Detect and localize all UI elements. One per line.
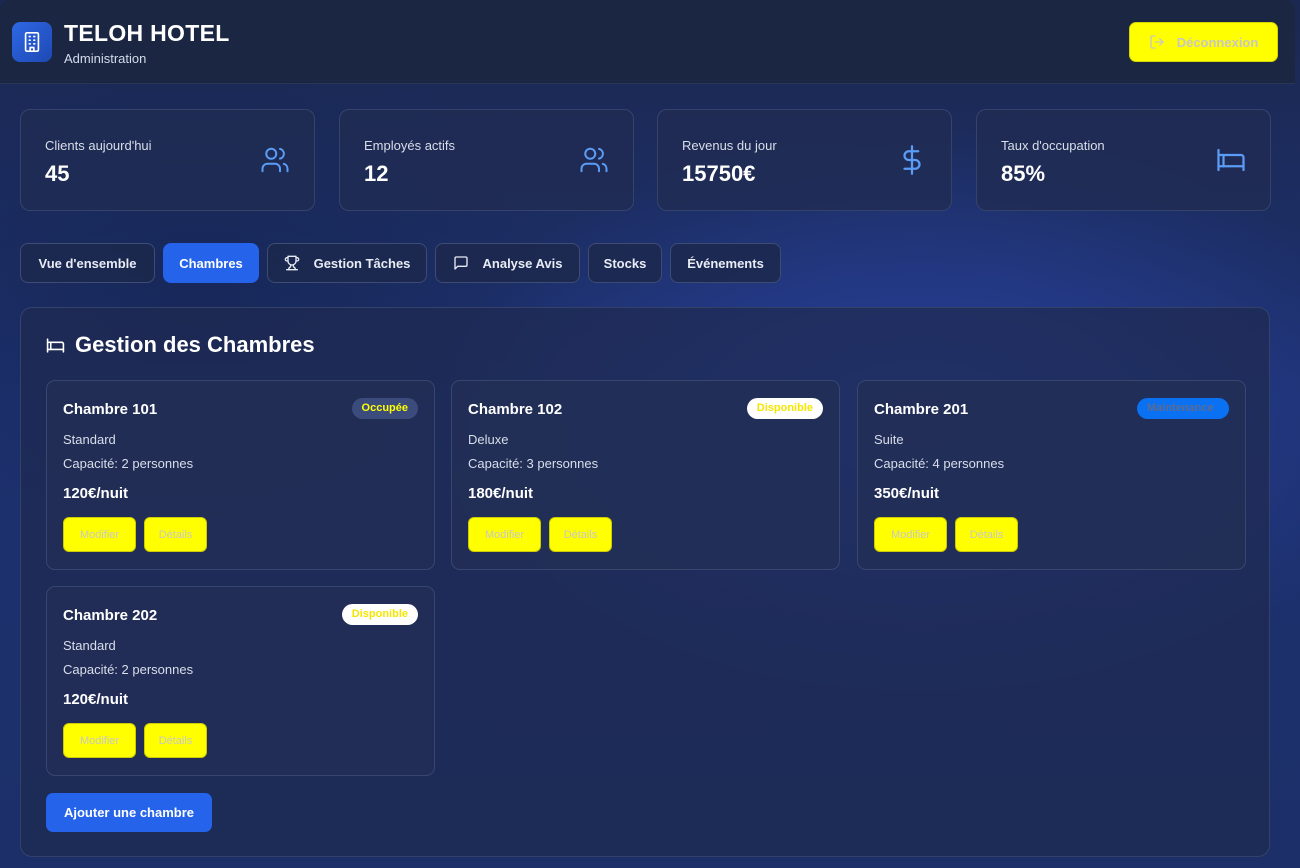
tab-events[interactable]: Événements: [670, 243, 781, 283]
room-name: Chambre 201: [874, 401, 969, 418]
edit-button[interactable]: Modifier: [468, 517, 541, 552]
stat-label: Employés actifs: [364, 138, 456, 153]
tab-overview[interactable]: Vue d'ensemble: [20, 243, 155, 283]
tab-label: Vue d'ensemble: [38, 255, 137, 271]
dollar-icon: [903, 145, 921, 175]
room-card: Chambre 201 Maintenance Suite Capacité: …: [857, 380, 1246, 570]
room-name: Chambre 202: [63, 607, 158, 624]
stat-value: 12: [364, 161, 389, 186]
room-name: Chambre 102: [468, 401, 563, 418]
add-room-button[interactable]: Ajouter une chambre: [46, 793, 212, 832]
trophy-icon: [284, 255, 299, 271]
details-button[interactable]: Détails: [549, 517, 612, 552]
panel-title-text: Gestion des Chambres: [75, 332, 315, 357]
stat-card-clients: Clients aujourd'hui 45: [20, 109, 315, 211]
room-price: 350€/nuit: [874, 485, 940, 502]
room-capacity: Capacité: 4 personnes: [874, 456, 1005, 471]
status-badge: Disponible: [341, 604, 418, 625]
panel-title: Gestion des Chambres: [46, 332, 315, 358]
status-badge: Maintenance: [1137, 398, 1229, 419]
room-name: Chambre 101: [63, 401, 158, 418]
room-card: Chambre 101 Occupée Standard Capacité: 2…: [46, 380, 435, 570]
stat-card-employees: Employés actifs 12: [339, 109, 634, 211]
tab-label: Stocks: [603, 255, 647, 271]
hotel-logo: [12, 22, 52, 62]
message-icon: [453, 256, 468, 270]
status-badge: Disponible: [746, 398, 823, 419]
stat-value: 15750€: [682, 161, 756, 186]
stat-card-occupancy: Taux d'occupation 85%: [976, 109, 1271, 211]
tab-reviews[interactable]: Analyse Avis: [435, 243, 580, 283]
app-header: TELOH HOTEL Administration Déconnexion: [0, 0, 1295, 84]
room-price: 180€/nuit: [468, 485, 534, 502]
tab-rooms[interactable]: Chambres: [163, 243, 259, 283]
edit-button[interactable]: Modifier: [63, 723, 136, 758]
edit-button[interactable]: Modifier: [63, 517, 136, 552]
logout-button[interactable]: Déconnexion: [1129, 22, 1278, 62]
stat-value: 45: [45, 161, 70, 186]
stat-label: Taux d'occupation: [1001, 138, 1105, 153]
details-button[interactable]: Détails: [144, 517, 207, 552]
details-button[interactable]: Détails: [144, 723, 207, 758]
room-type: Standard: [63, 432, 116, 447]
users-icon: [261, 147, 289, 173]
room-card: Chambre 102 Disponible Deluxe Capacité: …: [451, 380, 840, 570]
bed-icon: [46, 337, 65, 353]
logout-label: Déconnexion: [1176, 34, 1259, 50]
users-icon: [580, 147, 608, 173]
room-capacity: Capacité: 3 personnes: [468, 456, 599, 471]
status-badge: Occupée: [351, 398, 418, 419]
tab-label: Analyse Avis: [482, 255, 563, 271]
room-capacity: Capacité: 2 personnes: [63, 662, 194, 677]
room-price: 120€/nuit: [63, 485, 129, 502]
edit-button[interactable]: Modifier: [874, 517, 947, 552]
building-icon: [24, 32, 40, 52]
room-card: Chambre 202 Disponible Standard Capacité…: [46, 586, 435, 776]
rooms-panel: Gestion des Chambres Chambre 101 Occupée…: [20, 307, 1270, 857]
room-type: Standard: [63, 638, 116, 653]
stat-label: Clients aujourd'hui: [45, 138, 152, 153]
bed-icon: [1217, 148, 1245, 172]
stat-value: 85%: [1001, 161, 1046, 186]
app-subtitle: Administration: [64, 51, 147, 66]
tab-stocks[interactable]: Stocks: [588, 243, 662, 283]
room-price: 120€/nuit: [63, 691, 129, 708]
room-type: Deluxe: [468, 432, 509, 447]
tab-label: Chambres: [179, 255, 243, 271]
tab-label: Gestion Tâches: [313, 255, 411, 271]
room-type: Suite: [874, 432, 904, 447]
tab-label: Événements: [687, 255, 764, 271]
logout-icon: [1150, 35, 1164, 49]
room-capacity: Capacité: 2 personnes: [63, 456, 194, 471]
tab-tasks[interactable]: Gestion Tâches: [267, 243, 427, 283]
stat-card-revenue: Revenus du jour 15750€: [657, 109, 952, 211]
app-title: TELOH HOTEL: [64, 20, 230, 46]
stat-label: Revenus du jour: [682, 138, 777, 153]
details-button[interactable]: Détails: [955, 517, 1018, 552]
